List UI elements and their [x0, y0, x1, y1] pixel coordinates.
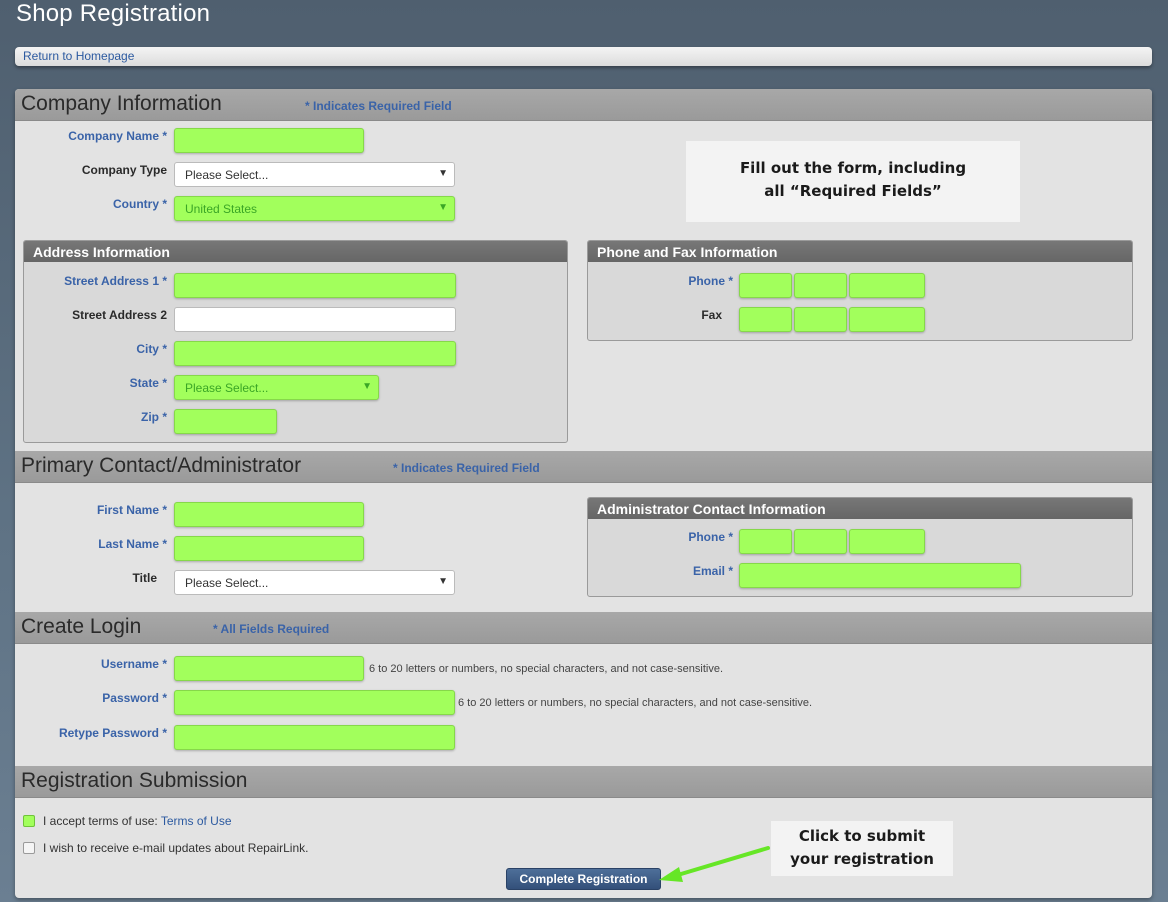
admin-email-label: Email *: [692, 564, 733, 578]
zip-label: Zip *: [141, 410, 167, 424]
contact-required-note: * Indicates Required Field: [393, 461, 540, 475]
registration-form: Company Information * Indicates Required…: [15, 89, 1152, 898]
last-name-label: Last Name *: [98, 537, 167, 551]
first-name-label: First Name *: [96, 503, 167, 517]
password-label: Password *: [102, 691, 167, 705]
company-type-value: Please Select...: [185, 168, 269, 182]
phone-fax-box: Phone and Fax Information Phone * Fax: [587, 240, 1133, 341]
phone-line-input[interactable]: [849, 273, 925, 298]
street-address-1-input[interactable]: [174, 273, 456, 298]
username-label: Username *: [100, 657, 167, 671]
company-name-input[interactable]: [174, 128, 364, 153]
email-updates-checkbox[interactable]: [23, 842, 35, 854]
title-label: Title: [132, 571, 157, 585]
fax-line-input[interactable]: [849, 307, 925, 332]
chevron-down-icon: ▼: [438, 168, 448, 179]
company-name-label: Company Name *: [68, 129, 167, 143]
chevron-down-icon: ▼: [362, 381, 372, 392]
admin-contact-header: Administrator Contact Information: [588, 498, 1132, 519]
terms-checkbox[interactable]: [23, 815, 35, 827]
login-section-header: Create Login * All Fields Required: [15, 612, 1152, 644]
password-input[interactable]: [174, 690, 455, 715]
last-name-input[interactable]: [174, 536, 364, 561]
fax-prefix-input[interactable]: [794, 307, 847, 332]
country-label: Country *: [113, 197, 167, 211]
terms-label: I accept terms of use: Terms of Use: [43, 814, 232, 828]
company-type-select[interactable]: Please Select... ▼: [174, 162, 455, 187]
admin-phone-line-input[interactable]: [849, 529, 925, 554]
street-address-2-label: Street Address 2: [72, 308, 167, 322]
title-select[interactable]: Please Select... ▼: [174, 570, 455, 595]
fax-area-code-input[interactable]: [739, 307, 792, 332]
submission-section-header: Registration Submission: [15, 766, 1152, 798]
username-input[interactable]: [174, 656, 364, 681]
first-name-input[interactable]: [174, 502, 364, 527]
admin-phone-prefix-input[interactable]: [794, 529, 847, 554]
fax-label: Fax: [701, 308, 722, 322]
nav-bar: Return to Homepage: [15, 47, 1152, 66]
username-hint: 6 to 20 letters or numbers, no special c…: [369, 663, 724, 675]
country-select[interactable]: United States ▼: [174, 196, 455, 221]
submission-section-title: Registration Submission: [21, 769, 248, 792]
state-select[interactable]: Please Select... ▼: [174, 375, 379, 400]
submit-instructions-callout: Click to submit your registration: [771, 821, 953, 876]
admin-contact-box: Administrator Contact Information Phone …: [587, 497, 1133, 597]
retype-password-input[interactable]: [174, 725, 455, 750]
complete-registration-button[interactable]: Complete Registration: [506, 868, 661, 890]
callout-line: your registration: [790, 850, 934, 868]
address-information-header: Address Information: [24, 241, 567, 262]
email-updates-label: I wish to receive e-mail updates about R…: [43, 841, 309, 855]
country-value: United States: [185, 202, 258, 216]
retype-password-label: Retype Password *: [58, 726, 167, 740]
city-input[interactable]: [174, 341, 456, 366]
phone-fax-header: Phone and Fax Information: [588, 241, 1132, 262]
company-type-label: Company Type: [81, 163, 167, 177]
contact-section-header: Primary Contact/Administrator * Indicate…: [15, 451, 1152, 483]
login-required-note: * All Fields Required: [213, 622, 330, 636]
callout-line: Click to submit: [798, 827, 926, 845]
password-hint: 6 to 20 letters or numbers, no special c…: [458, 697, 813, 709]
callout-line: all “Required Fields”: [764, 182, 942, 200]
company-section-title: Company Information: [21, 92, 222, 115]
phone-prefix-input[interactable]: [794, 273, 847, 298]
chevron-down-icon: ▼: [438, 202, 448, 213]
terms-text: I accept terms of use:: [43, 814, 161, 828]
phone-area-code-input[interactable]: [739, 273, 792, 298]
street-address-2-input[interactable]: [174, 307, 456, 332]
state-value: Please Select...: [185, 381, 269, 395]
city-label: City *: [136, 342, 167, 356]
form-instructions-callout: Fill out the form, including all “Requir…: [686, 141, 1020, 222]
company-section-header: Company Information * Indicates Required…: [15, 89, 1152, 121]
callout-line: Fill out the form, including: [739, 159, 967, 177]
admin-email-input[interactable]: [739, 563, 1021, 588]
page-title: Shop Registration: [16, 0, 211, 27]
admin-phone-label: Phone *: [688, 530, 733, 544]
arrow-icon: [659, 846, 770, 882]
contact-section-title: Primary Contact/Administrator: [21, 454, 302, 477]
admin-phone-area-code-input[interactable]: [739, 529, 792, 554]
return-homepage-link[interactable]: Return to Homepage: [23, 49, 134, 63]
chevron-down-icon: ▼: [438, 576, 448, 587]
title-value: Please Select...: [185, 576, 269, 590]
address-information-box: Address Information Street Address 1 * S…: [23, 240, 568, 443]
login-section-title: Create Login: [21, 615, 142, 638]
phone-label: Phone *: [688, 274, 733, 288]
state-label: State *: [129, 376, 167, 390]
street-address-1-label: Street Address 1 *: [64, 274, 167, 288]
company-required-note: * Indicates Required Field: [305, 99, 452, 113]
zip-input[interactable]: [174, 409, 277, 434]
terms-of-use-link[interactable]: Terms of Use: [161, 814, 232, 828]
